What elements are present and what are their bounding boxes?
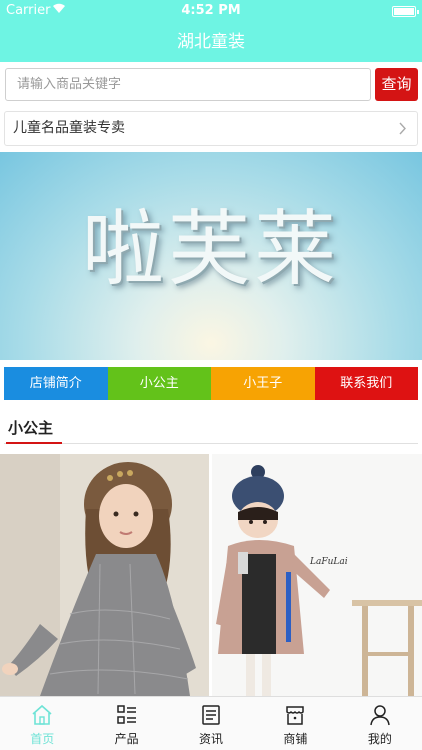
tab-news[interactable]: 资讯: [169, 697, 253, 750]
tab-home-label: 首页: [30, 732, 55, 746]
bottom-tab-bar: 首页 产品 资讯 商铺 我的: [0, 696, 422, 750]
product-grid: LaFuLai: [0, 454, 422, 696]
section-title-underline: [6, 442, 62, 444]
search-button[interactable]: 查询: [375, 68, 418, 101]
news-icon: [202, 705, 220, 725]
product-card-gray-dress[interactable]: [0, 454, 209, 696]
section-title: 小公主: [8, 419, 54, 437]
product-card-pink-coat[interactable]: LaFuLai: [212, 454, 422, 696]
hero-banner[interactable]: 啦芙莱: [0, 152, 422, 360]
tab-store-label: 商铺: [283, 732, 308, 746]
app-screen: Carrier 4:52 PM 湖北童装 请输入商品关键字 查询 儿童名品童装专…: [0, 0, 422, 750]
tab-mine[interactable]: 我的: [338, 697, 422, 750]
tab-store[interactable]: 商铺: [253, 697, 337, 750]
nav-title: 湖北童装: [0, 22, 422, 62]
user-icon: [370, 705, 390, 726]
battery-icon: [392, 6, 419, 17]
promo-link[interactable]: 儿童名品童装专卖: [4, 111, 418, 146]
clock: 4:52 PM: [181, 3, 241, 18]
chevron-right-icon: [399, 112, 407, 157]
category-little-princess-button[interactable]: 小公主: [107, 367, 211, 400]
section-header: 小公主: [4, 414, 418, 444]
promo-text: 儿童名品童装专卖: [13, 120, 125, 136]
search-bar: 请输入商品关键字 查询: [0, 62, 422, 108]
tab-products-label: 产品: [114, 732, 139, 746]
category-nav: 店铺简介 小公主 小王子 联系我们: [4, 367, 418, 400]
product-photo-pink-coat: LaFuLai: [212, 454, 422, 696]
brand-sign: LaFuLai: [309, 557, 348, 567]
banner-brand-text: 啦芙莱: [81, 202, 340, 297]
tab-news-label: 资讯: [199, 732, 224, 746]
search-input[interactable]: 请输入商品关键字: [5, 68, 371, 101]
category-store-intro-button[interactable]: 店铺简介: [4, 367, 108, 400]
product-photo-gray-dress: [0, 454, 209, 696]
store-icon: [286, 706, 305, 725]
grid-list-icon: [116, 705, 136, 724]
tab-products[interactable]: 产品: [84, 697, 168, 750]
category-contact-us-button[interactable]: 联系我们: [314, 367, 418, 400]
tab-home[interactable]: 首页: [0, 697, 84, 750]
tab-mine-label: 我的: [367, 732, 392, 746]
category-little-prince-button[interactable]: 小王子: [211, 367, 315, 400]
home-icon: [32, 704, 52, 725]
status-bar: Carrier 4:52 PM: [0, 0, 422, 22]
svg-text:LaFuLai: LaFuLai: [309, 557, 348, 567]
